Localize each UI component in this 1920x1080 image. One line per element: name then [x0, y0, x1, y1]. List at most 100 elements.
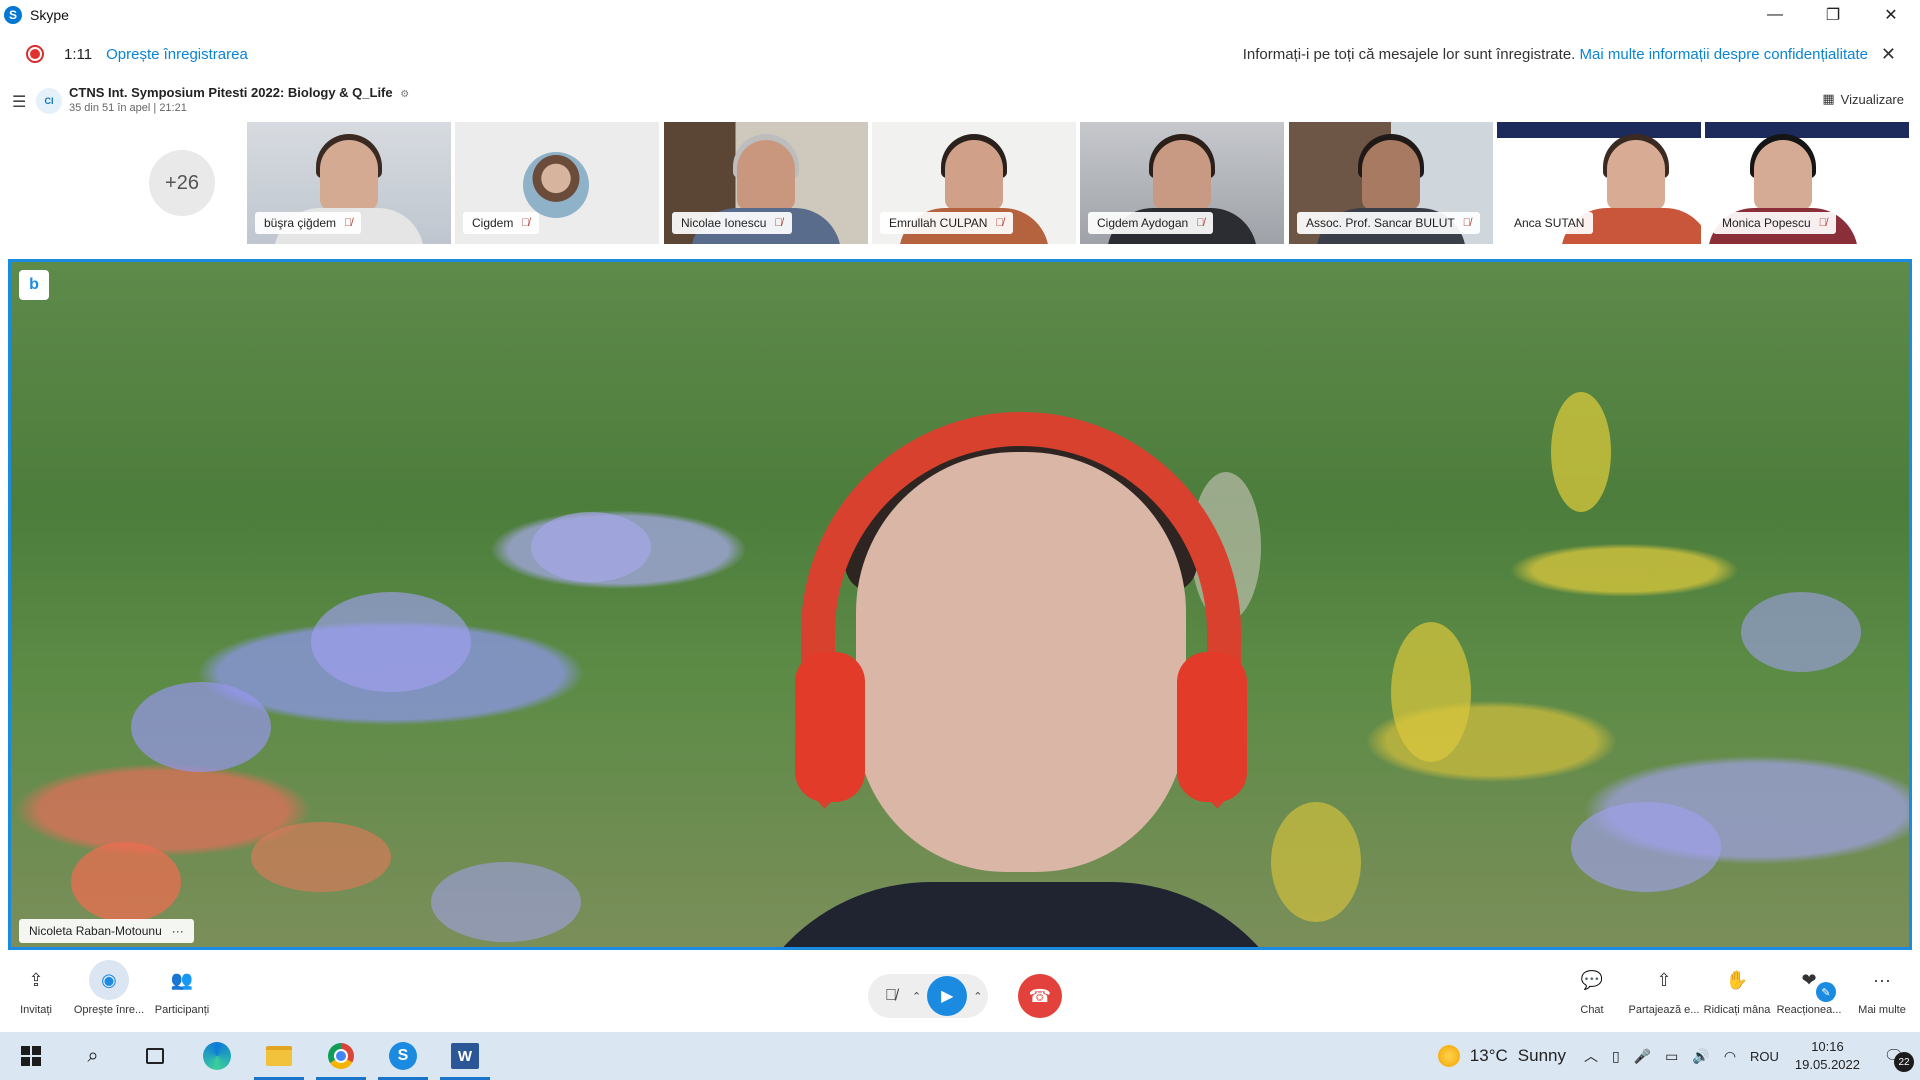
- mic-muted-icon: 🎙̸: [344, 217, 353, 229]
- weather-condition: Sunny: [1517, 1046, 1566, 1065]
- menu-icon[interactable]: ☰: [12, 92, 26, 112]
- settings-icon[interactable]: ⚙: [400, 89, 409, 100]
- more-participants-button[interactable]: +26: [149, 150, 215, 216]
- call-controls: ⇪ Invitați ◉ Oprește înre... 👥 Participa…: [0, 960, 1920, 1030]
- chat-icon: 💬: [1580, 969, 1604, 990]
- participant-face: [1153, 140, 1211, 210]
- more-label: Mai multe: [1858, 1004, 1906, 1016]
- mic-muted-icon: 🎙̸: [774, 217, 783, 229]
- volume-icon[interactable]: 🔊: [1692, 1048, 1709, 1065]
- stop-recording-label: Oprește înre...: [73, 1004, 145, 1016]
- participant-name: Nicolae Ionescu: [681, 216, 767, 230]
- close-button[interactable]: ✕: [1862, 0, 1920, 30]
- ellipsis-icon: ···: [1873, 969, 1891, 990]
- main-speaker-video[interactable]: b Nicoleta Raban-Motounu ···: [8, 259, 1912, 950]
- bing-icon[interactable]: b: [19, 270, 49, 300]
- skype-logo-icon: S: [4, 6, 22, 24]
- word-button[interactable]: W: [434, 1032, 496, 1080]
- weather-temperature: 13°C: [1469, 1046, 1508, 1065]
- maximize-button[interactable]: ❐: [1804, 0, 1862, 30]
- participant-face: [1606, 140, 1665, 210]
- minimize-button[interactable]: —: [1746, 0, 1804, 30]
- raise-hand-label: Ridicați mâna: [1703, 1004, 1771, 1016]
- more-options-icon[interactable]: ···: [172, 924, 184, 938]
- participant-name: Emrullah CULPAN: [889, 216, 988, 230]
- windows-taskbar: ⌕ S W 13°C Sunny ︿ ▯ 🎤 ▭ 🔊 ◠ ROU 10:16 1…: [0, 1032, 1920, 1080]
- device-icon[interactable]: ▯: [1612, 1048, 1620, 1065]
- mic-options-chevron-icon[interactable]: ⌃: [912, 990, 921, 1003]
- participant-label: Emrullah CULPAN 🎙̸: [880, 212, 1013, 234]
- participant-label: Cigdem Aydogan 🎙̸: [1088, 212, 1214, 234]
- participant-strip: +26 büşra çiğdem 🎙̸ Cigdem 🎙̸ Nicolae Ione…: [0, 122, 1920, 244]
- weather-widget[interactable]: 13°C Sunny: [1437, 1045, 1566, 1067]
- participant-avatar: [523, 152, 589, 218]
- notification-count: 22: [1894, 1052, 1914, 1072]
- windows-logo-icon: [21, 1046, 41, 1066]
- end-call-button[interactable]: ☎: [1018, 974, 1062, 1018]
- participant-name: Monica Popescu: [1722, 216, 1811, 230]
- participant-tile[interactable]: Emrullah CULPAN 🎙̸: [872, 122, 1076, 244]
- chat-label: Chat: [1580, 1004, 1604, 1016]
- speaker-label[interactable]: Nicoleta Raban-Motounu ···: [19, 919, 194, 943]
- headphones: [801, 412, 1241, 832]
- participant-tile[interactable]: Nicolae Ionescu 🎙̸: [664, 122, 868, 244]
- conversation-title[interactable]: CTNS Int. Symposium Pitesti 2022: Biolog…: [69, 85, 409, 100]
- notifications-button[interactable]: 🗨 22: [1880, 1044, 1914, 1072]
- clock[interactable]: 10:16 19.05.2022: [1795, 1038, 1860, 1074]
- record-icon: ◉: [89, 960, 129, 1000]
- chrome-button[interactable]: [310, 1032, 372, 1080]
- participants-button[interactable]: 👥 Participanți: [137, 960, 227, 1030]
- mic-muted-icon: 🎙̸: [521, 217, 530, 229]
- microphone-icon[interactable]: 🎤: [1634, 1048, 1651, 1065]
- participant-name: büşra çiğdem: [264, 216, 337, 230]
- conversation-avatar[interactable]: CI: [36, 88, 62, 114]
- participant-tile[interactable]: Cigdem 🎙̸: [455, 122, 659, 244]
- close-banner-icon[interactable]: ✕: [1881, 44, 1896, 65]
- language-indicator[interactable]: ROU: [1750, 1049, 1779, 1064]
- participants-label: Participanți: [154, 1004, 210, 1016]
- task-view-button[interactable]: [124, 1032, 186, 1080]
- edit-reaction-icon[interactable]: ✎: [1816, 982, 1836, 1002]
- mic-muted-icon[interactable]: 🎙̸: [876, 981, 906, 1011]
- stop-recording-link[interactable]: Oprește înregistrarea: [106, 46, 248, 63]
- camera-options-chevron-icon[interactable]: ⌃: [973, 990, 982, 1003]
- skype-icon: S: [389, 1042, 417, 1070]
- camera-icon[interactable]: ▶: [927, 976, 968, 1016]
- recording-banner: 1:11 Oprește înregistrarea Informați-i p…: [0, 30, 1920, 78]
- participant-name: Assoc. Prof. Sancar BULUT: [1306, 216, 1455, 230]
- more-button[interactable]: ··· Mai multe: [1837, 960, 1920, 1030]
- participant-tile[interactable]: Monica Popescu 🎙̸: [1705, 122, 1909, 244]
- battery-icon[interactable]: ▭: [1665, 1048, 1678, 1065]
- chevron-up-icon[interactable]: ︿: [1584, 1046, 1598, 1066]
- clock-date: 19.05.2022: [1794, 1057, 1860, 1072]
- mic-muted-icon: 🎙̸: [1818, 217, 1827, 229]
- participant-label: Assoc. Prof. Sancar BULUT 🎙̸: [1297, 212, 1480, 234]
- participant-face: [737, 140, 795, 210]
- conversation-subtitle: 35 din 51 în apel | 21:21: [69, 102, 187, 114]
- grid-view-icon: ▦: [1822, 91, 1835, 106]
- file-explorer-button[interactable]: [248, 1032, 310, 1080]
- share-screen-icon: ⇧: [1656, 969, 1672, 990]
- skype-taskbar-button[interactable]: S: [372, 1032, 434, 1080]
- participant-tile[interactable]: Anca SUTAN: [1497, 122, 1701, 244]
- search-button[interactable]: ⌕: [62, 1032, 124, 1080]
- participant-face: [320, 140, 378, 210]
- participant-name: Anca SUTAN: [1514, 216, 1585, 230]
- participant-tile[interactable]: büşra çiğdem 🎙̸: [247, 122, 451, 244]
- view-label: Vizualizare: [1840, 91, 1904, 107]
- edge-button[interactable]: [186, 1032, 248, 1080]
- mic-camera-group: 🎙̸ ⌃ ▶ ⌃: [868, 974, 988, 1018]
- sun-icon: [1437, 1045, 1460, 1067]
- window-controls: — ❐ ✕: [1746, 0, 1920, 30]
- speaker-figure: [731, 412, 1311, 947]
- view-button[interactable]: ▦ Vizualizare: [1822, 91, 1904, 107]
- participant-label: büşra çiğdem 🎙̸: [255, 212, 362, 234]
- participant-tile[interactable]: Assoc. Prof. Sancar BULUT 🎙̸: [1289, 122, 1493, 244]
- start-button[interactable]: [0, 1032, 62, 1080]
- title-bar: S Skype — ❐ ✕: [0, 0, 1920, 30]
- participant-label: Monica Popescu 🎙̸: [1713, 212, 1836, 234]
- chrome-icon: [328, 1043, 354, 1069]
- participant-tile[interactable]: Cigdem Aydogan 🎙̸: [1080, 122, 1284, 244]
- privacy-link[interactable]: Mai multe informații despre confidențial…: [1580, 46, 1868, 63]
- wifi-icon[interactable]: ◠: [1724, 1048, 1736, 1065]
